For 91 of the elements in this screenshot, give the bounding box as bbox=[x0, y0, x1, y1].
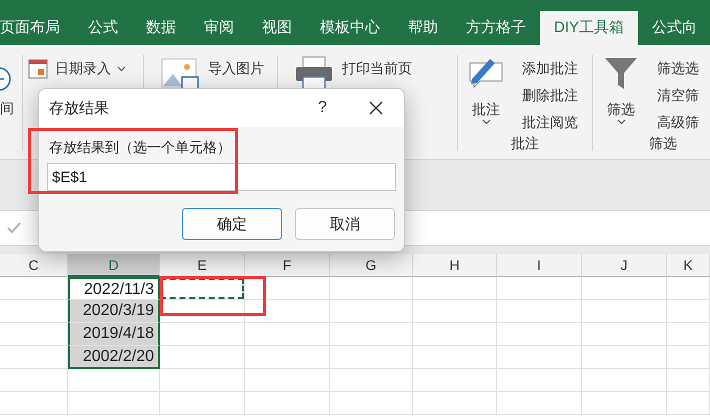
check-icon[interactable] bbox=[6, 221, 22, 235]
column-header[interactable]: D bbox=[68, 254, 160, 277]
grid-cell[interactable] bbox=[667, 346, 710, 369]
close-icon bbox=[369, 101, 383, 115]
grid-cell[interactable] bbox=[582, 323, 667, 346]
grid-cell[interactable] bbox=[582, 369, 667, 392]
help-button[interactable]: ? bbox=[318, 99, 348, 117]
grid-cell[interactable] bbox=[330, 277, 413, 300]
date-cell[interactable]: 2002/2/20 bbox=[68, 346, 160, 369]
ribbon-button[interactable]: 打印当前页 bbox=[342, 55, 412, 82]
grid-cell[interactable] bbox=[497, 346, 582, 369]
grid-cell[interactable] bbox=[667, 277, 710, 300]
ribbon-tab[interactable]: 公式向 bbox=[638, 11, 710, 45]
date-cell[interactable]: 2019/4/18 bbox=[68, 323, 160, 346]
grid-cell[interactable] bbox=[497, 277, 582, 300]
field-label: 存放结果到（选一个单元格） bbox=[49, 139, 232, 157]
column-header[interactable]: E bbox=[160, 254, 245, 277]
grid-cell[interactable] bbox=[582, 392, 667, 415]
grid-cell[interactable] bbox=[160, 300, 245, 323]
grid-cell[interactable] bbox=[667, 300, 710, 323]
ribbon-tab[interactable]: 模板中心 bbox=[306, 11, 394, 45]
grid-cell[interactable] bbox=[160, 392, 245, 415]
cell-reference-field[interactable]: $E$1 bbox=[47, 163, 396, 191]
grid-cell[interactable] bbox=[160, 323, 245, 346]
grid-cell[interactable] bbox=[497, 369, 582, 392]
grid-cell[interactable] bbox=[330, 392, 413, 415]
grid-cell[interactable] bbox=[413, 346, 497, 369]
ribbon-button[interactable]: 批注阅览 bbox=[522, 109, 578, 136]
grid-cell[interactable] bbox=[413, 277, 497, 300]
calendar-icon bbox=[27, 58, 49, 80]
grid-cell[interactable] bbox=[245, 369, 330, 392]
grid-cell[interactable] bbox=[413, 369, 497, 392]
grid-cell[interactable] bbox=[413, 392, 497, 415]
ribbon-button[interactable]: 清空筛 bbox=[657, 82, 699, 109]
column-header[interactable]: C bbox=[0, 254, 68, 277]
grid-cell[interactable] bbox=[245, 392, 330, 415]
grid-cell[interactable] bbox=[582, 300, 667, 323]
column-header[interactable]: J bbox=[582, 254, 667, 277]
group-label: 批注 bbox=[510, 135, 540, 153]
column-header[interactable]: G bbox=[330, 254, 413, 277]
ribbon-tab[interactable]: 公式 bbox=[74, 11, 132, 45]
grid-cell[interactable] bbox=[0, 369, 68, 392]
grid-cell[interactable] bbox=[330, 300, 413, 323]
column-header[interactable]: H bbox=[413, 254, 497, 277]
grid-cell[interactable] bbox=[330, 369, 413, 392]
ribbon-button[interactable]: 日期录入 bbox=[27, 55, 126, 82]
dialog-title: 存放结果 bbox=[49, 98, 110, 118]
ribbon-button[interactable]: 高级筛 bbox=[657, 109, 699, 136]
grid-cell[interactable] bbox=[667, 369, 710, 392]
ribbon-tab[interactable]: 方方格子 bbox=[452, 11, 540, 45]
grid-cell[interactable] bbox=[0, 392, 68, 415]
grid-cell[interactable] bbox=[667, 392, 710, 415]
ribbon-tab[interactable]: 帮助 bbox=[394, 11, 452, 45]
ribbon-tab[interactable]: DIY工具箱 bbox=[540, 11, 638, 45]
dialog-button[interactable]: 取消 bbox=[295, 208, 395, 240]
group-label: 筛选 bbox=[648, 135, 678, 153]
funnel-icon bbox=[603, 55, 639, 91]
grid-cell[interactable] bbox=[582, 277, 667, 300]
ribbon-tab[interactable]: 视图 bbox=[248, 11, 306, 45]
date-cell[interactable]: 2022/11/3 bbox=[68, 277, 160, 300]
grid-cell[interactable] bbox=[413, 300, 497, 323]
grid-cell[interactable] bbox=[160, 369, 245, 392]
column-header[interactable]: F bbox=[245, 254, 330, 277]
grid-cell[interactable] bbox=[497, 392, 582, 415]
grid-cell[interactable] bbox=[330, 346, 413, 369]
grid-cell[interactable] bbox=[667, 323, 710, 346]
grid-cell[interactable] bbox=[245, 346, 330, 369]
ribbon-tab[interactable]: 页面布局 bbox=[0, 11, 74, 45]
ribbon-tab[interactable]: 数据 bbox=[132, 11, 190, 45]
date-cell[interactable]: 2020/3/19 bbox=[68, 300, 160, 323]
grid-cell[interactable] bbox=[245, 277, 330, 300]
ribbon-button[interactable]: 导入图片 bbox=[208, 55, 264, 82]
ribbon-button[interactable]: 筛选 bbox=[593, 55, 649, 151]
grid-cell[interactable] bbox=[413, 323, 497, 346]
ribbon-button[interactable]: 筛选选 bbox=[657, 55, 699, 82]
dialog-button[interactable]: 确定 bbox=[182, 208, 282, 240]
ribbon-tab[interactable]: 审阅 bbox=[190, 11, 248, 45]
grid-cell[interactable] bbox=[330, 323, 413, 346]
grid-cell[interactable] bbox=[497, 300, 582, 323]
ribbon-button[interactable]: 间 bbox=[0, 95, 14, 122]
grid-cell[interactable] bbox=[582, 346, 667, 369]
grid-cell[interactable] bbox=[160, 346, 245, 369]
grid-cell[interactable] bbox=[245, 323, 330, 346]
grid-cell[interactable] bbox=[68, 369, 160, 392]
ribbon-button[interactable]: 添加批注 bbox=[522, 55, 578, 82]
column-header[interactable]: I bbox=[497, 254, 582, 277]
column-header[interactable]: K bbox=[667, 254, 710, 277]
ribbon-button[interactable]: 删除批注 bbox=[522, 82, 578, 109]
grid-cell[interactable] bbox=[245, 300, 330, 323]
grid-cell[interactable] bbox=[68, 392, 160, 415]
grid-cell[interactable] bbox=[497, 323, 582, 346]
